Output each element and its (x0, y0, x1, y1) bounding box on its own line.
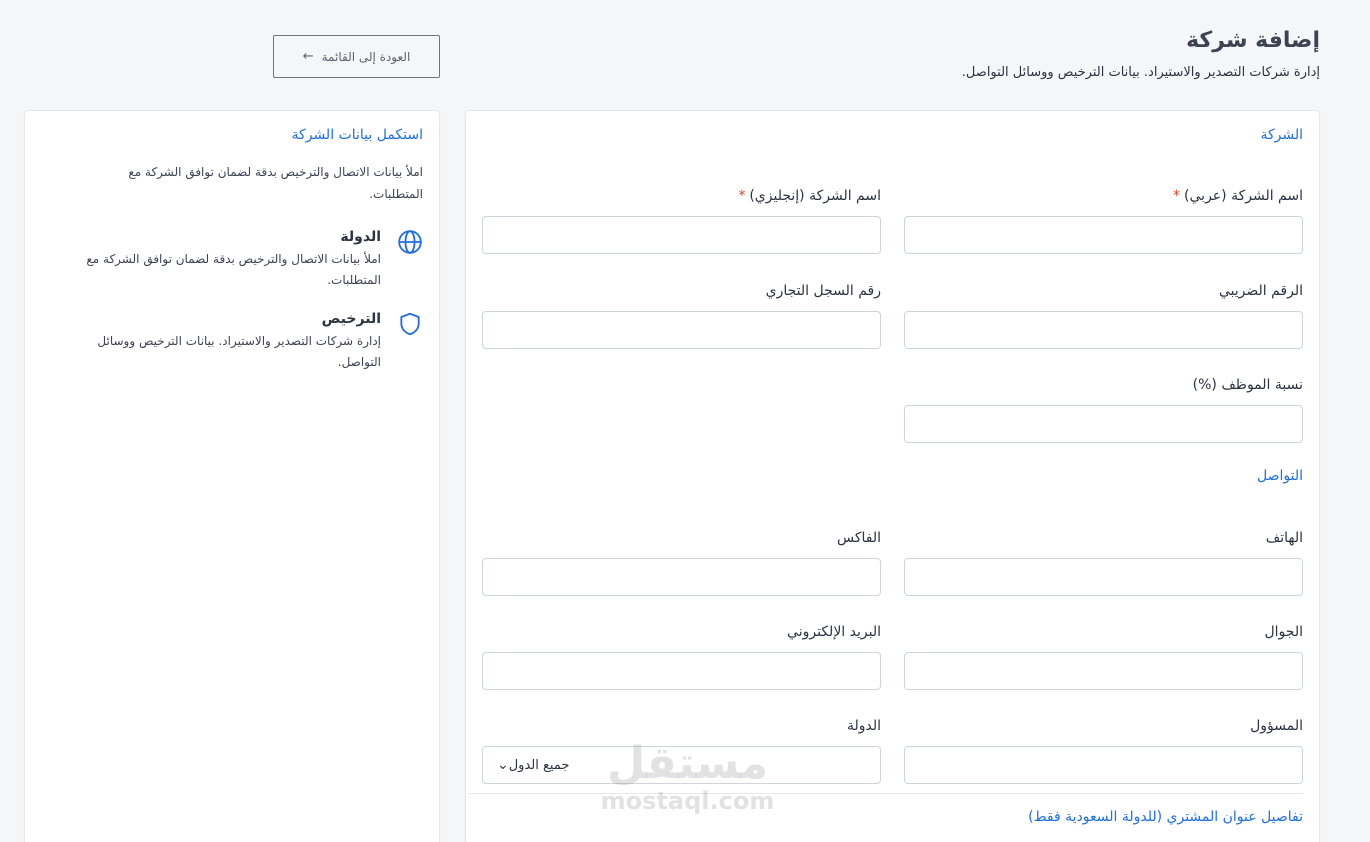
page-subtitle: إدارة شركات التصدير والاستيراد. بيانات ا… (961, 65, 1320, 80)
sidebar-item-country-description: املأ بيانات الاتصال والترخيص بدقة لضمان … (86, 252, 381, 287)
label-tax-number: الرقم الضريبي (1218, 283, 1303, 299)
page-header: إضافة شركة إدارة شركات التصدير والاستيرا… (962, 28, 1320, 80)
company-form-card: الشركة اسم الشركة (عربي)* اسم الشركة (إن… (465, 110, 1320, 842)
label-country: الدولة (846, 718, 881, 734)
field-phone: الهاتف (904, 530, 1303, 596)
section-title-contact: التواصل (1257, 468, 1303, 484)
fax-input[interactable] (482, 558, 881, 596)
field-responsible: المسؤول (904, 718, 1303, 784)
label-company-name-ar: اسم الشركة (عربي)* (1173, 188, 1303, 204)
sidebar-item-license-description: إدارة شركات التصدير والاستيراد. بيانات ا… (97, 334, 381, 369)
arrow-left-icon: ← (302, 49, 314, 64)
country-select-value: جميع الدول (508, 757, 570, 773)
country-select[interactable]: ⌄ جميع الدول (482, 746, 881, 784)
company-name-en-input[interactable] (482, 216, 881, 254)
mobile-input[interactable] (904, 652, 1303, 690)
required-mark: * (1173, 188, 1181, 204)
label-responsible: المسؤول (1250, 718, 1303, 734)
back-button-label: العودة إلى القائمة (321, 49, 411, 64)
required-mark: * (738, 188, 746, 204)
phone-input[interactable] (904, 558, 1303, 596)
responsible-input[interactable] (904, 746, 1303, 784)
chevron-down-icon: ⌄ (497, 757, 509, 773)
field-tax-number: الرقم الضريبي (904, 283, 1303, 349)
field-fax: الفاكس (482, 530, 881, 596)
sidebar-item-license: الترخيص إدارة شركات التصدير والاستيراد. … (53, 311, 423, 373)
label-company-name-en: اسم الشركة (إنجليزي)* (738, 188, 881, 204)
field-commercial-register: رقم السجل التجاري (482, 283, 881, 349)
back-to-list-button[interactable]: العودة إلى القائمة ← (273, 35, 440, 78)
company-name-ar-input[interactable] (904, 216, 1303, 254)
employee-ratio-input[interactable] (904, 405, 1303, 443)
commercial-register-input[interactable] (482, 311, 881, 349)
sidebar-item-license-title: الترخيص (321, 311, 381, 327)
page-title: إضافة شركة (1186, 28, 1320, 53)
email-input[interactable] (482, 652, 881, 690)
field-company-name-en: اسم الشركة (إنجليزي)* (482, 188, 881, 254)
section-divider (469, 793, 1303, 794)
sidebar-item-country-title: الدولة (340, 229, 381, 245)
section-title-company: الشركة (1260, 127, 1303, 143)
label-commercial-register: رقم السجل التجاري (765, 283, 881, 299)
label-phone: الهاتف (1265, 530, 1303, 546)
label-mobile: الجوال (1264, 624, 1304, 640)
shield-icon (397, 311, 423, 337)
section-title-buyer-address: تفاصيل عنوان المشتري (للدولة السعودية فق… (1028, 809, 1303, 825)
field-mobile: الجوال (904, 624, 1303, 690)
label-email: البريد الإلكتروني (787, 624, 881, 640)
field-country: الدولة ⌄ جميع الدول (482, 718, 881, 784)
field-email: البريد الإلكتروني (482, 624, 881, 690)
info-sidebar-card: استكمل بيانات الشركة املأ بيانات الاتصال… (24, 110, 440, 842)
sidebar-item-country: الدولة املأ بيانات الاتصال والترخيص بدقة… (53, 229, 423, 291)
field-employee-ratio: نسبة الموظف (%) (904, 377, 1303, 443)
sidebar-title: استكمل بيانات الشركة (291, 127, 423, 143)
sidebar-description: املأ بيانات الاتصال والترخيص بدقة لضمان … (128, 165, 423, 201)
tax-number-input[interactable] (904, 311, 1303, 349)
label-employee-ratio: نسبة الموظف (%) (1192, 377, 1303, 393)
globe-icon (397, 229, 423, 255)
label-fax: الفاكس (836, 530, 881, 546)
field-company-name-ar: اسم الشركة (عربي)* (904, 188, 1303, 254)
